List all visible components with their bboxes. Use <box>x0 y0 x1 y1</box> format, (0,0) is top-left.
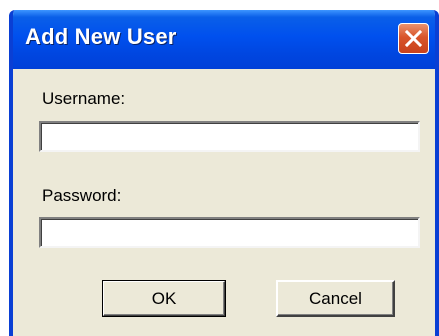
ok-button[interactable]: OK <box>102 280 226 317</box>
password-label: Password: <box>42 186 122 205</box>
add-user-dialog: Add New User Username: Password: OK Canc… <box>9 10 439 336</box>
close-icon <box>405 30 422 47</box>
password-field[interactable] <box>39 217 420 248</box>
username-field[interactable] <box>39 121 420 152</box>
title-bar[interactable]: Add New User <box>13 10 435 69</box>
dialog-title: Add New User <box>25 24 177 49</box>
cancel-button[interactable]: Cancel <box>276 280 395 317</box>
username-label: Username: <box>42 89 126 108</box>
close-button[interactable] <box>398 23 429 54</box>
